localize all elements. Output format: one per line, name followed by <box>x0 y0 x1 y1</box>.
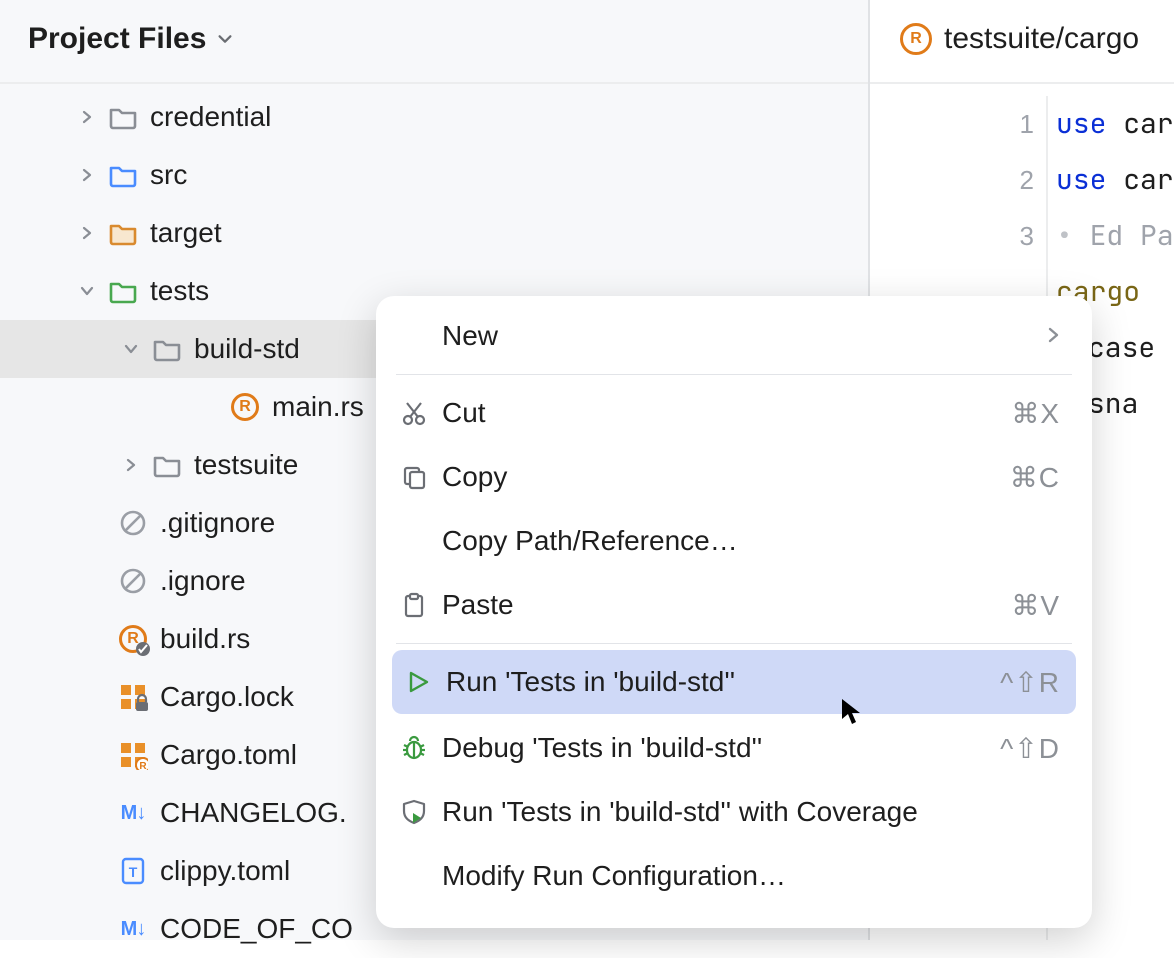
copy-icon <box>400 463 428 491</box>
code-line[interactable]: use car <box>1056 96 1174 152</box>
chevron-down-icon[interactable] <box>122 341 140 357</box>
cargo-toml-icon: R <box>116 738 150 772</box>
context-menu-item[interactable]: Run 'Tests in 'build-std'' with Coverage <box>376 780 1092 844</box>
context-menu-label: Cut <box>442 397 997 429</box>
editor-tab[interactable]: testsuite/cargo <box>870 0 1174 84</box>
folder-grey-icon <box>106 100 140 134</box>
rust-file-icon <box>900 23 932 55</box>
context-menu-shortcut: ^⇧D <box>1000 732 1060 765</box>
tree-item-label: target <box>150 217 222 249</box>
gutter-line-number: 1 <box>870 96 1034 152</box>
context-menu-label: New <box>442 320 1032 352</box>
folder-orange-icon <box>106 216 140 250</box>
cargo-lock-icon <box>116 680 150 714</box>
author-hint: • Ed Pag <box>1056 208 1174 264</box>
code-text: car <box>1106 105 1173 142</box>
tree-item-label: main.rs <box>272 391 364 423</box>
context-menu-shortcut: ⌘C <box>1010 461 1060 494</box>
context-menu-item[interactable]: New <box>376 304 1092 368</box>
tree-item-label: .gitignore <box>160 507 275 539</box>
context-menu-item[interactable]: Copy ⌘C <box>376 445 1092 509</box>
tree-item-target[interactable]: target <box>0 204 868 262</box>
chevron-right-icon <box>1046 320 1060 352</box>
tree-item-credential[interactable]: credential <box>0 88 868 146</box>
code-line[interactable]: use car <box>1056 152 1174 208</box>
context-menu-item[interactable]: Copy Path/Reference… <box>376 509 1092 573</box>
chevron-right-icon[interactable] <box>122 457 140 473</box>
tree-item-label: credential <box>150 101 271 133</box>
editor-tab-label: testsuite/cargo <box>944 22 1139 56</box>
blank-icon <box>400 527 428 555</box>
cut-icon <box>400 399 428 427</box>
project-panel-title: Project Files <box>28 22 206 56</box>
tree-item-src[interactable]: src <box>0 146 868 204</box>
tree-item-label: Cargo.lock <box>160 681 294 713</box>
context-menu-item[interactable]: Paste ⌘V <box>376 573 1092 637</box>
chevron-right-icon[interactable] <box>78 167 96 183</box>
context-menu-label: Modify Run Configuration… <box>442 860 1060 892</box>
context-menu-item[interactable]: Modify Run Configuration… <box>376 844 1092 908</box>
chevron-right-icon[interactable] <box>78 109 96 125</box>
context-menu-shortcut: ^⇧R <box>1000 666 1060 699</box>
tree-item-label: build.rs <box>160 623 250 655</box>
context-menu-shortcut: ⌘X <box>1011 397 1060 430</box>
folder-grey-icon <box>150 332 184 366</box>
folder-green-icon <box>106 274 140 308</box>
project-panel-header[interactable]: Project Files <box>0 0 868 84</box>
toml-icon: T <box>116 854 150 888</box>
blank-icon <box>400 862 428 890</box>
coverage-icon <box>400 798 428 826</box>
paste-icon <box>400 591 428 619</box>
context-menu-label: Run 'Tests in 'build-std'' <box>446 666 986 698</box>
context-menu-item[interactable]: Cut ⌘X <box>376 381 1092 445</box>
chevron-down-icon <box>216 29 234 49</box>
tree-item-label: tests <box>150 275 209 307</box>
tree-item-label: CODE_OF_CO <box>160 913 353 945</box>
disabled-icon <box>116 564 150 598</box>
context-menu-label: Copy <box>442 461 996 493</box>
chevron-down-icon[interactable] <box>78 283 96 299</box>
context-menu-item[interactable]: Run 'Tests in 'build-std'' ^⇧R <box>392 650 1076 714</box>
disabled-icon <box>116 506 150 540</box>
context-menu-separator <box>396 643 1072 644</box>
svg-text:T: T <box>129 864 138 880</box>
tree-item-label: build-std <box>194 333 300 365</box>
context-menu-label: Run 'Tests in 'build-std'' with Coverage <box>442 796 1060 828</box>
tree-item-label: src <box>150 159 187 191</box>
tree-item-label: CHANGELOG. <box>160 797 347 829</box>
rust-cfg-icon <box>116 622 150 656</box>
code-text: car <box>1106 161 1173 198</box>
mouse-cursor-icon <box>840 697 862 727</box>
tree-item-label: clippy.toml <box>160 855 290 887</box>
context-menu-label: Copy Path/Reference… <box>442 525 1060 557</box>
svg-text:R: R <box>139 761 147 770</box>
context-menu: New Cut ⌘X Copy ⌘C Copy Path/Reference… Paste ⌘… <box>376 296 1092 928</box>
context-menu-item[interactable]: Debug 'Tests in 'build-std'' ^⇧D <box>376 716 1092 780</box>
chevron-right-icon[interactable] <box>78 225 96 241</box>
gutter-line-number: 3 <box>870 208 1034 264</box>
markdown-icon: M↓ <box>116 912 150 946</box>
gutter-line-number: 2 <box>870 152 1034 208</box>
context-menu-label: Debug 'Tests in 'build-std'' <box>442 732 986 764</box>
context-menu-shortcut: ⌘V <box>1011 589 1060 622</box>
tree-item-label: Cargo.toml <box>160 739 297 771</box>
tree-item-label: testsuite <box>194 449 298 481</box>
folder-blue-icon <box>106 158 140 192</box>
code-keyword: use <box>1056 161 1106 198</box>
context-menu-separator <box>396 374 1072 375</box>
rust-icon <box>228 390 262 424</box>
markdown-icon: M↓ <box>116 796 150 830</box>
tree-item-label: .ignore <box>160 565 246 597</box>
run-icon <box>404 668 432 696</box>
blank-icon <box>400 322 428 350</box>
code-keyword: use <box>1056 105 1106 142</box>
folder-grey-icon <box>150 448 184 482</box>
context-menu-label: Paste <box>442 589 997 621</box>
debug-icon <box>400 734 428 762</box>
